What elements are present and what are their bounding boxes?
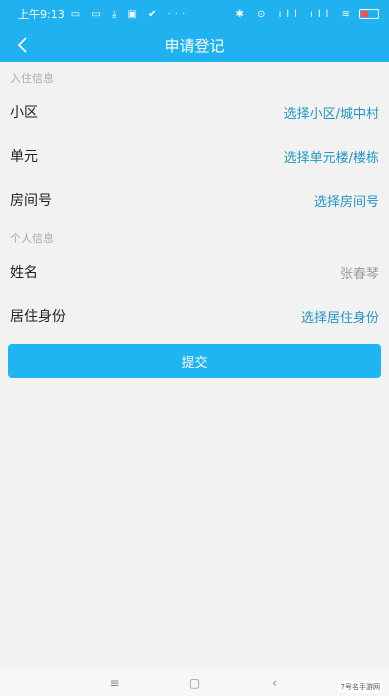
community-label: 小区	[10, 105, 38, 121]
name-field[interactable]: 张春琴	[340, 263, 379, 282]
identity-label: 居住身份	[10, 309, 66, 325]
community-select[interactable]: 选择小区/城中村	[284, 103, 379, 122]
submit-wrap: 提交	[0, 338, 389, 378]
identity-row[interactable]: 居住身份 选择居住身份	[0, 294, 389, 338]
battery-icon	[359, 9, 379, 19]
system-nav-bar: ≡ ▢ ‹	[0, 670, 389, 696]
chevron-left-icon	[17, 37, 27, 53]
room-row[interactable]: 房间号 选择房间号	[0, 178, 389, 222]
section-title-residence: 入住信息	[10, 72, 54, 85]
watermark: 7号名手游网	[337, 681, 383, 693]
status-time: 上午9:13	[18, 8, 65, 21]
identity-select[interactable]: 选择居住身份	[301, 307, 379, 326]
section-title-personal: 个人信息	[10, 232, 54, 245]
community-row[interactable]: 小区 选择小区/城中村	[0, 90, 389, 134]
back-button[interactable]	[8, 28, 36, 62]
home-icon[interactable]: ▢	[155, 676, 235, 690]
notification-icons: ▭ ▭ ⤓ ▣ ✔ ···	[70, 8, 190, 20]
unit-select[interactable]: 选择单元楼/楼栋	[284, 147, 379, 166]
page-title: 申请登记	[164, 36, 225, 55]
submit-button[interactable]: 提交	[8, 344, 381, 378]
room-select[interactable]: 选择房间号	[314, 191, 379, 210]
name-row[interactable]: 姓名 张春琴	[0, 250, 389, 294]
menu-icon[interactable]: ≡	[75, 676, 155, 690]
name-label: 姓名	[10, 265, 38, 281]
room-label: 房间号	[10, 193, 52, 209]
app-header: 申请登记	[0, 28, 389, 62]
back-nav-icon[interactable]: ‹	[235, 676, 315, 690]
unit-label: 单元	[10, 149, 38, 165]
system-icons: ✱ ⊙ ıll ıll ≋	[235, 8, 355, 20]
status-bar: 上午9:13 ▭ ▭ ⤓ ▣ ✔ ··· ✱ ⊙ ıll ıll ≋	[0, 0, 389, 28]
unit-row[interactable]: 单元 选择单元楼/楼栋	[0, 134, 389, 178]
